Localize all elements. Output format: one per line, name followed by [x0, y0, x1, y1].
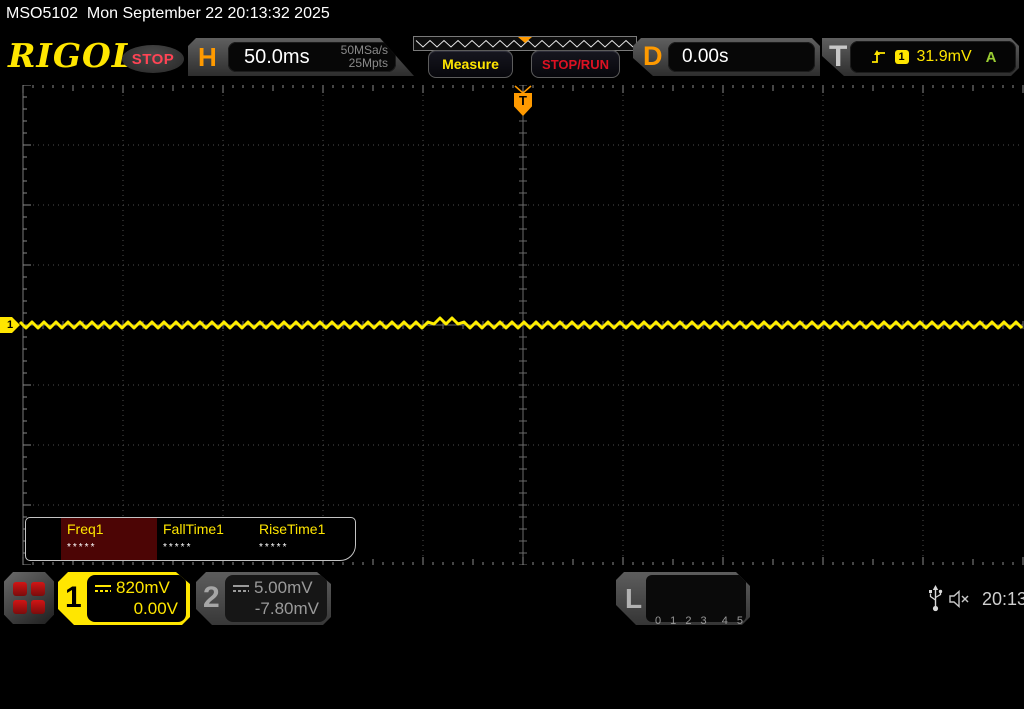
measurement-value: *****	[163, 542, 193, 553]
measurement-value: *****	[67, 542, 97, 553]
measurement-label: RiseTime1	[259, 521, 326, 537]
waveform-overview-strip[interactable]	[413, 36, 637, 51]
stop-run-button[interactable]: STOP/RUN	[531, 50, 620, 78]
trigger-info-box[interactable]: 1 31.9mV A	[850, 41, 1016, 73]
channel2-offset: -7.80mV	[254, 599, 319, 618]
delay-panel[interactable]: D 0.00s	[633, 38, 820, 76]
logic-analyzer-status-box[interactable]: L 0 1 2 3 4 5 6 7 8 9 10 11 12 13 14 15	[616, 572, 750, 625]
sample-rate: 50MSa/s	[340, 43, 388, 57]
channel2-scale: 5.00mV	[254, 578, 313, 597]
model-and-datetime: MSO5102 Mon September 22 20:13:32 2025	[6, 5, 330, 22]
digital-channels-row1: 0 1 2 3 4 5 6 7	[655, 615, 777, 627]
dc-coupling-icon	[233, 584, 249, 593]
trigger-label: T	[829, 40, 848, 73]
timebase-value: 50.0ms	[244, 45, 310, 68]
measurement-falltime1[interactable]: FallTime1 *****	[157, 518, 253, 560]
trigger-panel[interactable]: T 1 31.9mV A	[822, 38, 1019, 76]
app-menu-button[interactable]	[4, 572, 54, 624]
usb-icon	[929, 585, 943, 612]
delay-value: 0.00s	[682, 46, 729, 67]
measure-button[interactable]: Measure	[428, 50, 513, 78]
graticule-area[interactable]: T 1	[0, 84, 1024, 566]
channel1-scale: 820mV	[116, 578, 170, 597]
digital-channels-row2: 8 9 10 11 12 13 14 15	[655, 663, 783, 675]
channel1-number: 1	[65, 581, 82, 614]
memory-depth: 25Mpts	[348, 56, 388, 70]
horizontal-label: H	[198, 42, 217, 72]
measurement-freq1[interactable]: Freq1 *****	[61, 518, 157, 560]
channel1-status-box[interactable]: 1 820mV 0.00V	[58, 572, 190, 625]
channel1-values: 820mV 0.00V	[87, 575, 186, 622]
horizontal-panel[interactable]: H 50.0ms 50MSa/s 25Mpts	[188, 38, 414, 76]
channel2-values: 5.00mV -7.80mV	[225, 575, 327, 622]
clock: 20:13	[982, 589, 1024, 609]
overview-waveform-icon	[415, 37, 634, 48]
measurement-value: *****	[259, 542, 289, 553]
channel1-offset: 0.00V	[133, 599, 178, 618]
delay-label: D	[643, 41, 663, 71]
run-state-badge: STOP	[122, 45, 184, 73]
rigol-logo: RIGOL	[8, 36, 136, 75]
channel2-status-box[interactable]: 2 5.00mV -7.80mV	[196, 572, 331, 625]
app-grid-icon	[13, 582, 45, 614]
rising-edge-icon	[871, 50, 885, 63]
channel2-number: 2	[203, 581, 220, 614]
trigger-mode: A	[985, 48, 997, 66]
logic-analyzer-label: L	[625, 583, 643, 614]
measurement-risetime1[interactable]: RiseTime1 *****	[253, 518, 349, 560]
measurement-panel[interactable]: Freq1 ***** FallTime1 ***** RiseTime1 **…	[25, 517, 356, 561]
grid-and-waveform	[18, 84, 1024, 566]
acquisition-info: 50MSa/s 25Mpts	[341, 44, 388, 70]
speaker-muted-icon[interactable]	[948, 590, 974, 608]
measurement-label: FallTime1	[163, 521, 224, 537]
trigger-level-value: 31.9mV	[916, 48, 972, 65]
timebase-box[interactable]: 50.0ms 50MSa/s 25Mpts	[228, 42, 396, 72]
digital-channel-list: 0 1 2 3 4 5 6 7 8 9 10 11 12 13 14 15	[646, 575, 746, 622]
measurement-label: Freq1	[67, 521, 104, 537]
delay-value-box[interactable]: 0.00s	[668, 42, 815, 72]
dc-coupling-icon	[95, 584, 111, 593]
trigger-source-badge: 1	[894, 50, 909, 64]
